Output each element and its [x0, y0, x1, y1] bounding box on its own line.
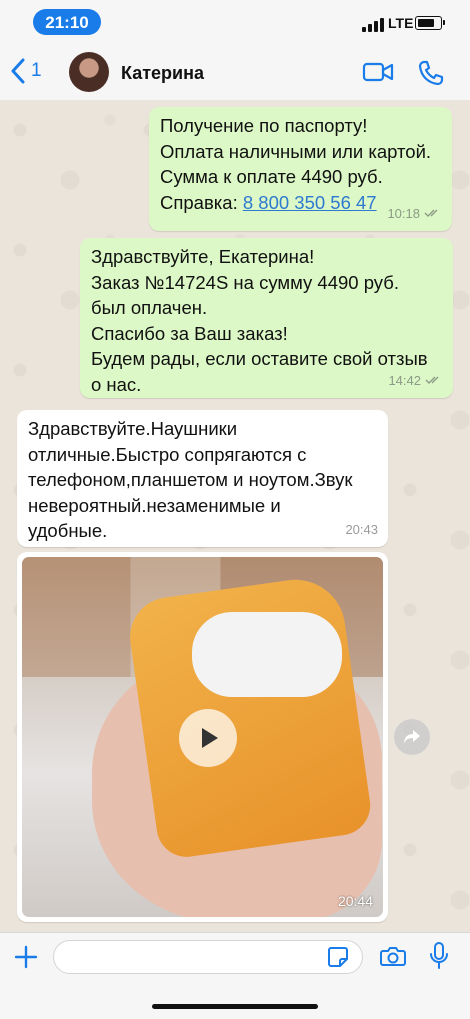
avatar[interactable] [69, 52, 109, 92]
microphone-icon[interactable] [430, 942, 448, 970]
message-meta: 14:42 [388, 368, 443, 394]
forward-button[interactable] [394, 719, 430, 755]
network-type: LTE [388, 15, 414, 31]
play-button[interactable] [179, 709, 237, 767]
video-thumbnail[interactable]: 20:44 [22, 557, 383, 917]
message-line: Спасибо за Ваш заказ! [91, 322, 288, 344]
chevron-left-icon [11, 58, 25, 84]
play-icon [202, 728, 218, 748]
message-line: отличные.Быстро сопрягаются с [28, 443, 307, 465]
double-check-icon [425, 376, 439, 385]
message-line: Оплата наличными или картой. [160, 140, 432, 162]
message-line: удобные. [28, 520, 108, 541]
message-field[interactable] [53, 940, 363, 974]
plus-icon[interactable] [14, 945, 38, 969]
double-check-icon [424, 209, 438, 218]
message-time: 14:42 [388, 372, 421, 388]
unread-count: 1 [31, 60, 42, 81]
message-line: Получение по паспорту! [160, 115, 368, 136]
phone-icon[interactable] [417, 59, 445, 87]
back-button[interactable]: 1 [10, 58, 42, 84]
contact-name[interactable]: Катерина [121, 63, 204, 84]
sticker-icon[interactable] [327, 946, 349, 968]
forward-icon [404, 730, 420, 744]
message-input-bar [0, 932, 470, 1019]
message-time: 10:18 [387, 205, 420, 221]
status-time: 21:10 [45, 13, 89, 32]
battery-icon [415, 16, 442, 30]
phone-link[interactable]: 8 800 350 56 47 [243, 192, 377, 213]
signal-icon [362, 18, 384, 32]
time-pill: 21:10 [33, 9, 101, 35]
battery-tip [443, 20, 445, 25]
message-line: был оплачен. [91, 297, 208, 318]
message-meta: 20:43 [345, 517, 378, 543]
message-line: Здравствуйте.Наушники [28, 418, 238, 439]
status-bar: 21:10 LTE [0, 0, 470, 44]
message-line: Заказ №14724S на сумму 4490 руб. [91, 271, 399, 293]
message-line: невероятный.незаменимые и [28, 494, 281, 516]
video-message[interactable]: 20:44 [17, 552, 388, 922]
camera-icon[interactable] [380, 945, 406, 967]
message-input[interactable] [66, 941, 320, 973]
outgoing-message[interactable]: Здравствуйте, Екатерина! Заказ №14724S н… [80, 238, 453, 398]
video-camera-icon[interactable] [362, 61, 394, 83]
outgoing-message[interactable]: Получение по паспорту! Оплата наличными … [149, 107, 452, 231]
message-line: Здравствуйте, Екатерина! [91, 246, 315, 267]
thumbnail-earbuds [192, 612, 342, 697]
message-meta: 10:18 [387, 201, 442, 227]
link-prefix: Справка: [160, 191, 243, 213]
message-line: телефоном,планшетом и ноутом.Звук [28, 469, 353, 490]
message-line: Сумма к оплате 4490 руб. [160, 166, 383, 187]
chat-header: 1 Катерина [0, 44, 470, 101]
home-indicator [152, 1004, 318, 1009]
message-time: 20:43 [345, 521, 378, 537]
incoming-message[interactable]: Здравствуйте.Наушники отличные.Быстро со… [17, 410, 388, 547]
message-time: 20:44 [337, 893, 373, 909]
